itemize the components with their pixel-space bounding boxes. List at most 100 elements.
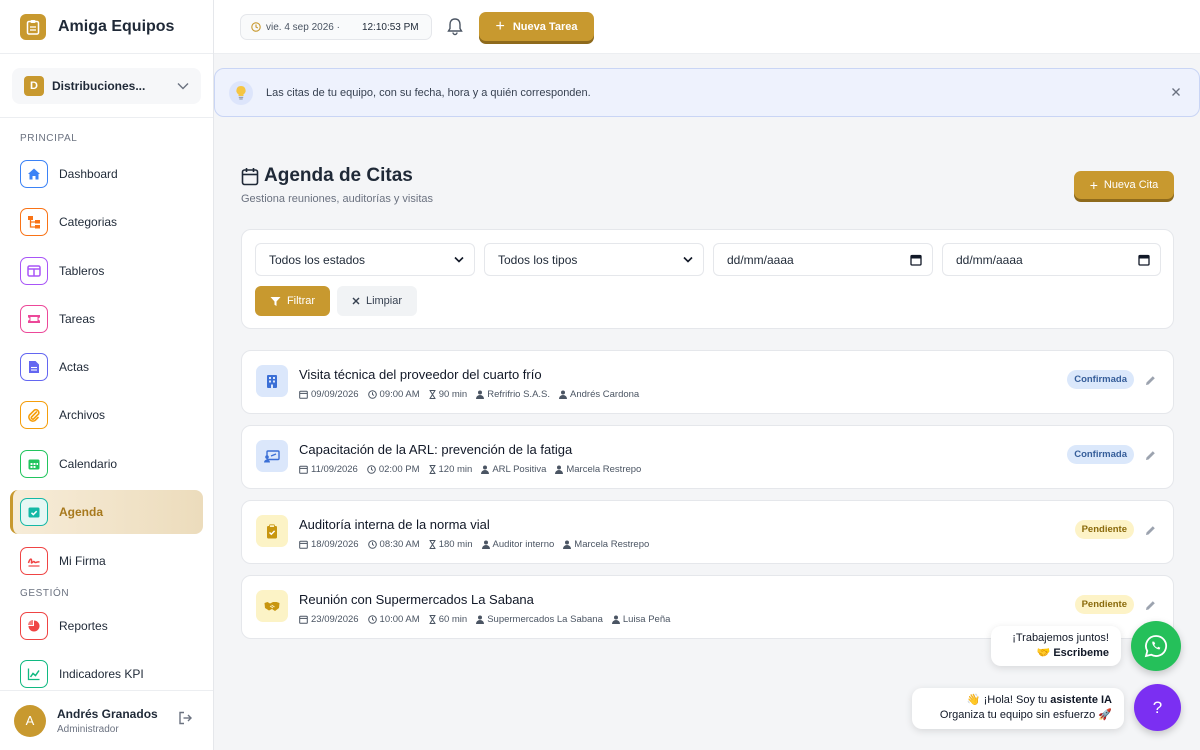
type-select-value: Todos los tipos: [498, 252, 578, 267]
ai-tooltip-line2: Organiza tu equipo sin esfuerzo 🚀: [939, 709, 1112, 721]
whatsapp-tooltip-line1: ¡Trabajemos juntos!: [1012, 632, 1109, 644]
user-icon: [611, 615, 620, 624]
logout-icon[interactable]: [178, 711, 193, 730]
presentation-icon: [256, 440, 288, 472]
info-banner: Las citas de tu equipo, con su fecha, ho…: [214, 68, 1200, 117]
current-date: vie. 4 sep 2026 ·: [266, 21, 340, 33]
appointment-company: Auditor interno: [492, 539, 555, 550]
clear-button[interactable]: Limpiar: [337, 286, 417, 316]
calendar-icon: [20, 450, 48, 478]
whatsapp-tooltip-line2: 🤝 Escribeme: [1036, 647, 1109, 659]
sidebar-item-tableros[interactable]: Tableros: [10, 249, 203, 293]
sidebar-item-label: Calendario: [59, 457, 118, 471]
date-from-placeholder: dd/mm/aaaa: [727, 252, 794, 267]
pencil-icon[interactable]: [1145, 373, 1156, 391]
appointment-time: 02:00 PM: [378, 464, 420, 475]
appointment-date: 18/09/2026: [311, 539, 359, 550]
avatar[interactable]: A: [14, 704, 46, 737]
sidebar-item-archivos[interactable]: Archivos: [10, 393, 203, 437]
status-badge: Confirmada: [1067, 445, 1134, 464]
appointment-card[interactable]: Capacitación de la ARL: prevención de la…: [241, 425, 1174, 489]
plus-icon: +: [1089, 177, 1098, 193]
pencil-icon[interactable]: [1145, 523, 1156, 541]
appointment-title: Auditoría interna de la norma vial: [299, 517, 490, 532]
calendar-icon: [299, 540, 308, 549]
ai-tooltip-prefix: 👋 ¡Hola! Soy tu: [966, 694, 1051, 706]
datetime-display: vie. 4 sep 2026 · 12:10:53 PM: [240, 14, 432, 40]
sidebar-item-calendario[interactable]: Calendario: [10, 442, 203, 486]
whatsapp-tooltip[interactable]: ¡Trabajemos juntos! 🤝 Escribeme: [991, 626, 1121, 666]
home-icon: [20, 160, 48, 188]
user-icon: [476, 390, 485, 399]
ticket-icon: [20, 305, 48, 333]
appointment-person: Andrés Cardona: [570, 389, 640, 400]
columns-icon: [20, 257, 48, 285]
appointment-title: Capacitación de la ARL: prevención de la…: [299, 442, 573, 457]
clock-icon: [367, 540, 377, 549]
user-icon: [563, 540, 572, 549]
ai-assistant-tooltip[interactable]: 👋 ¡Hola! Soy tu asistente IA Organiza tu…: [912, 688, 1124, 729]
sidebar-item-dashboard[interactable]: Dashboard: [10, 152, 203, 196]
brand[interactable]: Amiga Equipos: [0, 0, 213, 54]
clock-icon: [367, 465, 376, 474]
pencil-icon[interactable]: [1145, 448, 1156, 466]
calendar-icon: [241, 167, 259, 186]
divider: [0, 117, 213, 118]
lightbulb-icon: [229, 80, 253, 105]
date-to-input[interactable]: dd/mm/aaaa: [942, 243, 1161, 276]
chevron-down-icon: [683, 256, 693, 263]
line-chart-icon: [20, 660, 48, 688]
ai-assistant-button[interactable]: ?: [1134, 684, 1181, 731]
organization-selector[interactable]: D Distribuciones...: [12, 68, 201, 104]
appointment-card[interactable]: Auditoría interna de la norma vial 18/09…: [241, 500, 1174, 564]
banner-text: Las citas de tu equipo, con su fecha, ho…: [266, 86, 591, 99]
appointment-title: Reunión con Supermercados La Sabana: [299, 592, 534, 607]
appointment-title: Visita técnica del proveedor del cuarto …: [299, 367, 542, 382]
appointment-duration: 120 min: [438, 464, 473, 475]
appointment-card[interactable]: Visita técnica del proveedor del cuarto …: [241, 350, 1174, 414]
appointment-meta: 09/09/2026 09:00 AM 90 min Refrifrio S.A…: [299, 389, 648, 400]
handshake-icon: [256, 590, 288, 622]
whatsapp-button[interactable]: [1131, 621, 1181, 671]
sidebar-item-label: Dashboard: [59, 167, 118, 181]
sidebar-item-actas[interactable]: Actas: [10, 345, 203, 389]
clock-icon: [251, 22, 261, 32]
signature-icon: [20, 547, 48, 575]
clock-icon: [367, 390, 377, 399]
ai-tooltip-bold: asistente IA: [1050, 694, 1112, 706]
new-appointment-button[interactable]: + Nueva Cita: [1074, 171, 1174, 199]
brand-name: Amiga Equipos: [58, 17, 175, 35]
sidebar-item-label: Indicadores KPI: [59, 667, 144, 681]
sidebar-item-reportes[interactable]: Reportes: [10, 604, 203, 648]
appointment-company: Supermercados La Sabana: [487, 614, 603, 625]
bell-icon[interactable]: [446, 17, 464, 41]
date-from-input[interactable]: dd/mm/aaaa: [713, 243, 933, 276]
type-select[interactable]: Todos los tipos: [484, 243, 704, 276]
filter-button[interactable]: Filtrar: [255, 286, 330, 316]
user-name: Andrés Granados: [57, 706, 158, 721]
appointment-date: 09/09/2026: [311, 389, 359, 400]
appointment-duration: 60 min: [438, 614, 468, 625]
sidebar-item-agenda[interactable]: Agenda: [10, 490, 203, 534]
filter-button-label: Filtrar: [286, 295, 316, 307]
appointment-person: Luisa Peña: [622, 614, 671, 625]
pencil-icon[interactable]: [1145, 598, 1156, 616]
sidebar-item-categorias[interactable]: Categorias: [10, 200, 203, 244]
new-task-button[interactable]: + Nueva Tarea: [479, 12, 594, 41]
new-task-label: Nueva Tarea: [512, 20, 578, 33]
status-badge: Pendiente: [1074, 520, 1134, 539]
sidebar-item-tareas[interactable]: Tareas: [10, 297, 203, 341]
sidebar-item-label: Archivos: [59, 408, 106, 422]
date-to-placeholder: dd/mm/aaaa: [956, 252, 1023, 267]
close-icon: [352, 297, 360, 305]
sidebar-item-mi-firma[interactable]: Mi Firma: [10, 539, 203, 583]
user-icon: [481, 540, 490, 549]
appointment-meta: 11/09/2026 02:00 PM 120 min ARL Positiva…: [299, 464, 650, 475]
status-badge: Pendiente: [1074, 595, 1134, 614]
document-icon: [20, 353, 48, 381]
chevron-down-icon: [177, 79, 189, 93]
status-select[interactable]: Todos los estados: [255, 243, 475, 276]
calendar-icon: [1138, 254, 1150, 266]
close-icon[interactable]: [1171, 86, 1181, 100]
question-icon: ?: [1152, 697, 1163, 717]
